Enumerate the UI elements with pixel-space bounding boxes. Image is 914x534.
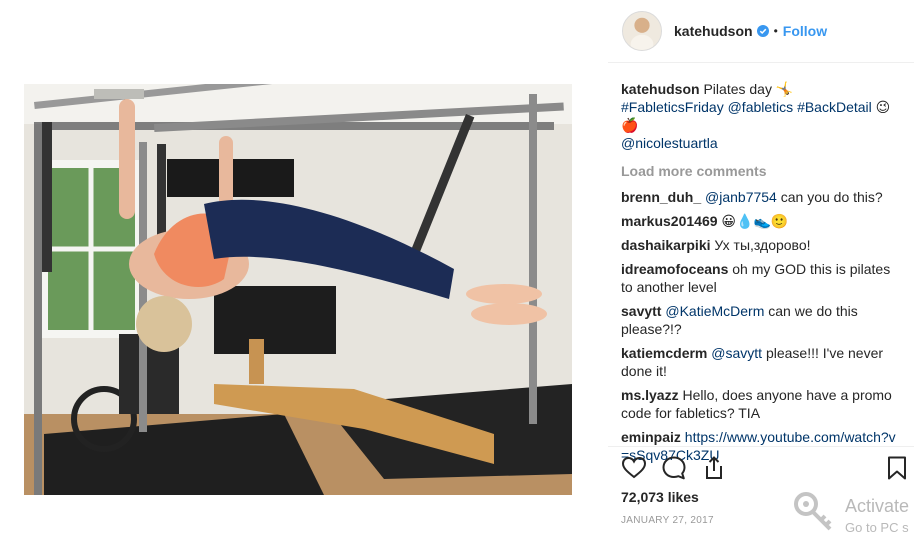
verified-badge-icon bbox=[756, 25, 769, 37]
key-icon bbox=[794, 492, 832, 531]
comment-mention[interactable]: @janb7754 bbox=[705, 189, 777, 205]
watermark-subtitle: Go to PC s bbox=[845, 520, 909, 534]
caption-mention[interactable]: @fabletics bbox=[728, 99, 794, 115]
post-details-panel: katehudson • Follow katehudson Pilates d… bbox=[608, 0, 914, 534]
watermark-title: Activate bbox=[845, 496, 910, 516]
follow-button[interactable]: Follow bbox=[783, 23, 827, 39]
comment-username[interactable]: idreamofoceans bbox=[621, 261, 728, 277]
comment-mention[interactable]: @KatieMcDerm bbox=[665, 303, 764, 319]
comment-username[interactable]: ms.lyazz bbox=[621, 387, 679, 403]
share-icon[interactable] bbox=[701, 455, 727, 481]
caption-hashtag[interactable]: #BackDetail bbox=[797, 99, 872, 115]
comment-mention[interactable]: @savytt bbox=[711, 345, 762, 361]
comment-text: can you do this? bbox=[776, 189, 883, 205]
post-header: katehudson • Follow bbox=[622, 10, 827, 52]
caption-mention[interactable]: @nicolestuartla bbox=[621, 135, 718, 151]
header-divider bbox=[608, 62, 914, 63]
heart-icon[interactable] bbox=[621, 455, 647, 481]
comment: savytt @KatieMcDerm can we do this pleas… bbox=[621, 302, 897, 338]
separator-dot: • bbox=[773, 24, 778, 38]
comment: idreamofoceans oh my GOD this is pilates… bbox=[621, 260, 897, 296]
avatar[interactable] bbox=[622, 11, 662, 51]
post-date: JANUARY 27, 2017 bbox=[621, 515, 714, 526]
comment: ms.lyazz Hello, does anyone have a promo… bbox=[621, 386, 897, 422]
actions-divider bbox=[608, 446, 914, 447]
comment-username[interactable]: savytt bbox=[621, 303, 661, 319]
caption: katehudson Pilates day 🤸 #FableticsFrida… bbox=[621, 80, 897, 152]
likes-count[interactable]: 72,073 likes bbox=[621, 489, 699, 505]
comment-text: 😀💧👟🙂 bbox=[721, 213, 789, 229]
comment: brenn_duh_ @janb7754 can you do this? bbox=[621, 188, 897, 206]
header-username[interactable]: katehudson bbox=[674, 23, 753, 39]
comment-username[interactable]: brenn_duh_ bbox=[621, 189, 701, 205]
comments-list: katehudson Pilates day 🤸 #FableticsFrida… bbox=[621, 80, 897, 470]
comment-icon[interactable] bbox=[661, 455, 687, 481]
post-actions bbox=[621, 455, 906, 481]
load-more-comments-button[interactable]: Load more comments bbox=[621, 162, 897, 180]
comment: katiemcderm @savytt please!!! I've never… bbox=[621, 344, 897, 380]
comment-username[interactable]: markus201469 bbox=[621, 213, 718, 229]
comment-text: Ух ты,здорово! bbox=[714, 237, 811, 253]
caption-hashtag[interactable]: #FableticsFriday bbox=[621, 99, 724, 115]
comment-username[interactable]: eminpaiz bbox=[621, 429, 681, 445]
caption-text: Pilates day 🤸 bbox=[703, 81, 794, 97]
activation-watermark: Activate Go to PC s bbox=[790, 488, 914, 534]
comment-username[interactable]: dashaikarpiki bbox=[621, 237, 711, 253]
comment: markus201469 😀💧👟🙂 bbox=[621, 212, 897, 230]
comment-username[interactable]: katiemcderm bbox=[621, 345, 707, 361]
bookmark-icon[interactable] bbox=[884, 455, 910, 481]
avatar-image bbox=[623, 12, 661, 50]
caption-username[interactable]: katehudson bbox=[621, 81, 700, 97]
post-photo[interactable] bbox=[24, 84, 572, 495]
comment: dashaikarpiki Ух ты,здорово! bbox=[621, 236, 897, 254]
pilates-photo-illustration bbox=[24, 84, 572, 495]
